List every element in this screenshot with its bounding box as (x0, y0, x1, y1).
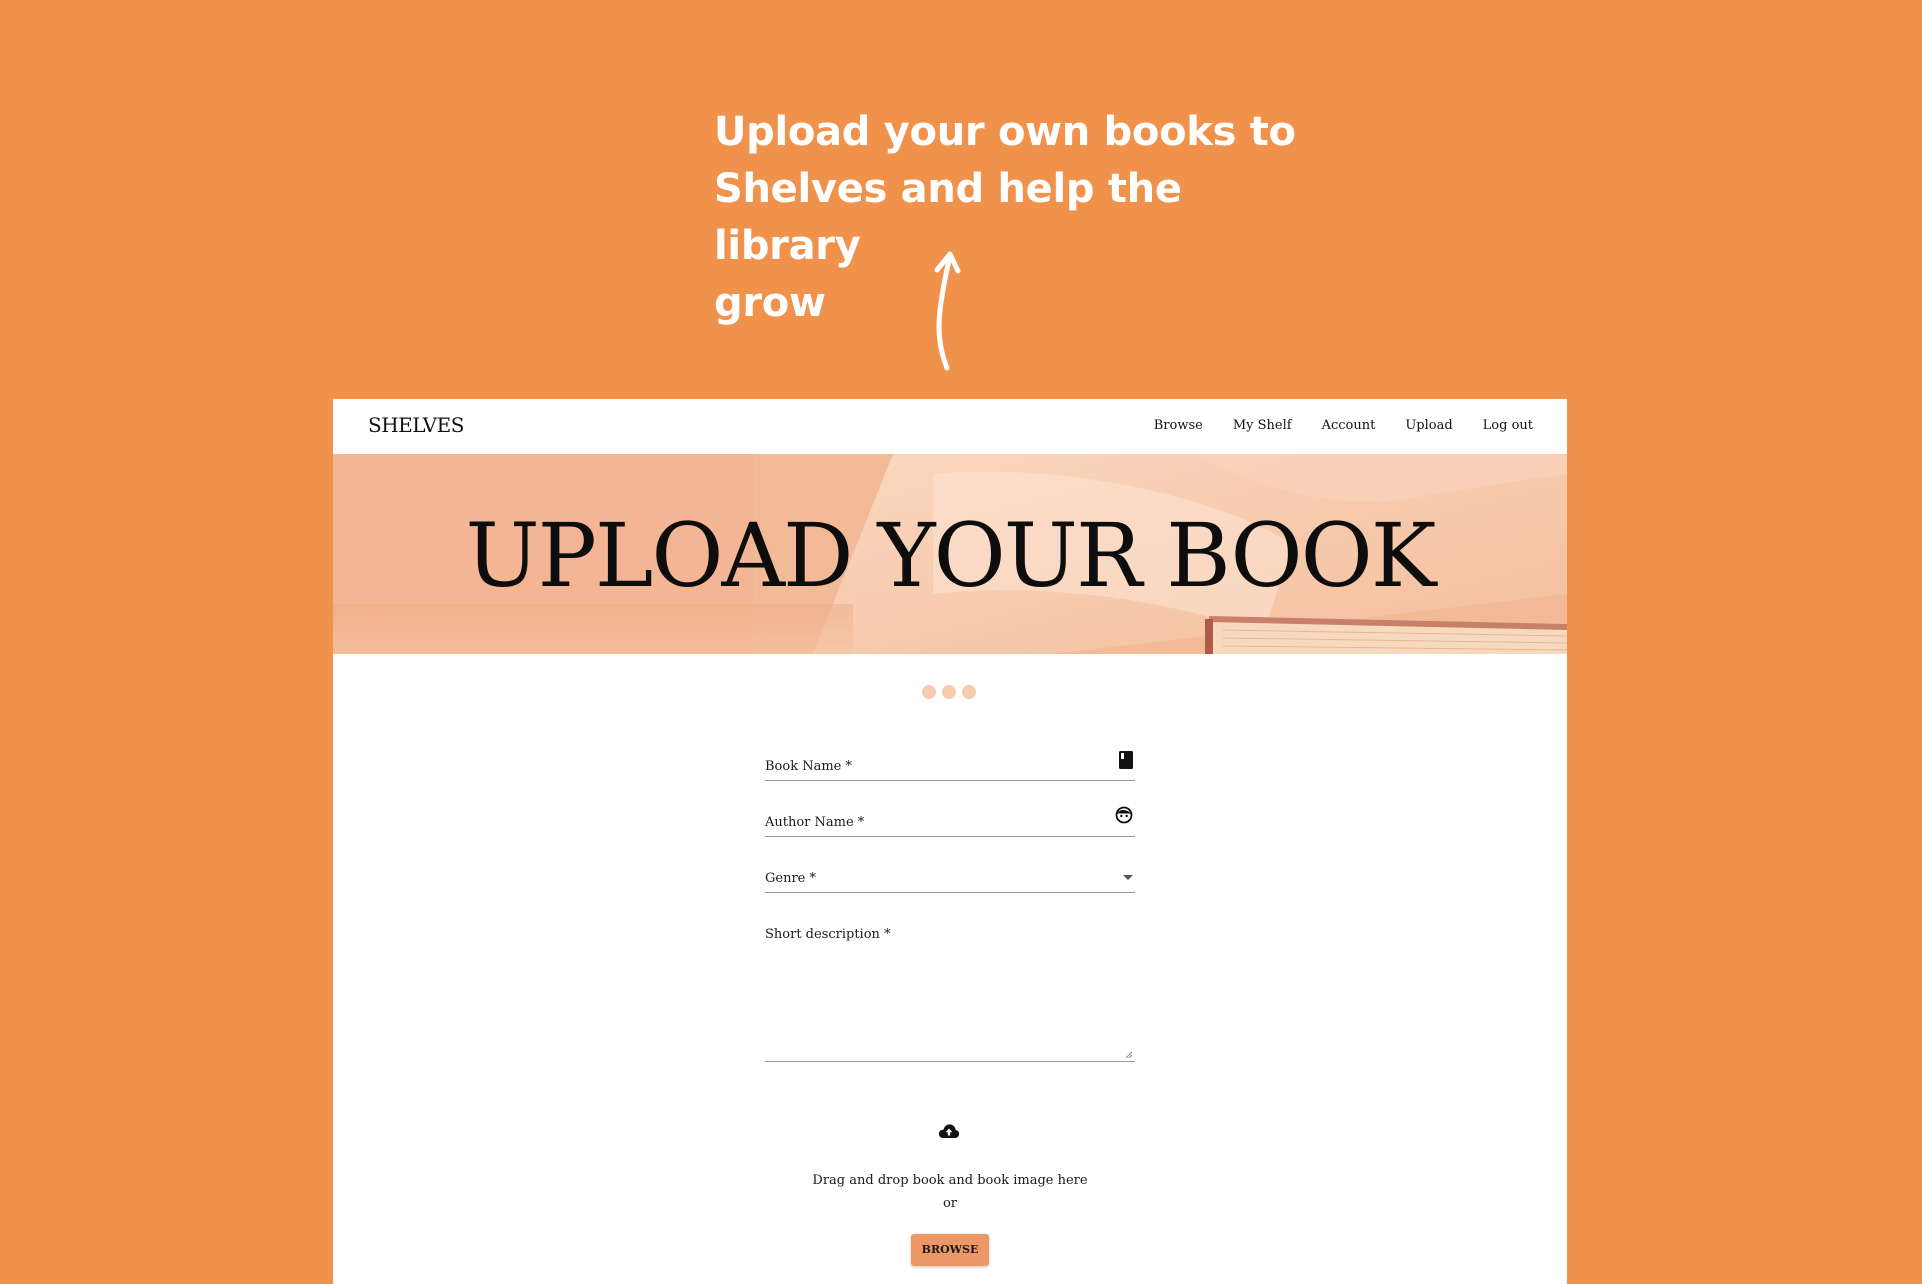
resize-handle-icon[interactable] (1125, 1051, 1133, 1059)
hand-drawn-arrow-icon (934, 251, 961, 371)
nav-link-browse[interactable]: Browse (1154, 418, 1203, 433)
top-navbar: SHELVES Browse My Shelf Account Upload L… (333, 399, 1567, 454)
face-icon (1115, 806, 1133, 824)
author-name-field[interactable]: Author Name * (765, 805, 1135, 837)
hero-banner: UPLOAD YOUR BOOK (333, 454, 1567, 654)
short-description-textarea[interactable]: Short description * (765, 917, 1135, 1062)
drop-zone-text: Drag and drop book and book image here o… (333, 1169, 1567, 1215)
browse-button[interactable]: BROWSE (911, 1234, 989, 1266)
step-dot-1 (922, 685, 936, 699)
nav-link-log-out[interactable]: Log out (1483, 418, 1533, 433)
book-name-label: Book Name * (765, 759, 852, 774)
caption-line-2: Shelves and help the library (714, 166, 1182, 269)
app-window: SHELVES Browse My Shelf Account Upload L… (333, 399, 1567, 1284)
caption-line-3: grow (714, 280, 826, 326)
step-dot-3 (962, 685, 976, 699)
drop-instructions: Drag and drop book and book image here (812, 1173, 1088, 1188)
marketing-caption: Upload your own books to Shelves and hel… (714, 104, 1314, 332)
caption-line-1: Upload your own books to (714, 109, 1296, 155)
dropdown-arrow-icon (1123, 875, 1133, 880)
book-icon (1119, 751, 1133, 769)
step-dot-2 (942, 685, 956, 699)
page-title: UPLOAD YOUR BOOK (465, 504, 1437, 607)
author-name-label: Author Name * (765, 815, 865, 830)
step-indicator (922, 685, 976, 699)
genre-label: Genre * (765, 871, 816, 886)
nav-link-upload[interactable]: Upload (1405, 418, 1452, 433)
nav-link-account[interactable]: Account (1322, 418, 1376, 433)
short-description-label: Short description * (765, 927, 891, 942)
nav-links: Browse My Shelf Account Upload Log out (1154, 418, 1533, 433)
genre-select[interactable]: Genre * (765, 861, 1135, 893)
brand-logo[interactable]: SHELVES (368, 413, 464, 437)
nav-link-my-shelf[interactable]: My Shelf (1233, 418, 1292, 433)
book-name-field[interactable]: Book Name * (765, 749, 1135, 781)
cloud-upload-icon (938, 1124, 960, 1138)
or-separator: or (942, 1196, 958, 1211)
